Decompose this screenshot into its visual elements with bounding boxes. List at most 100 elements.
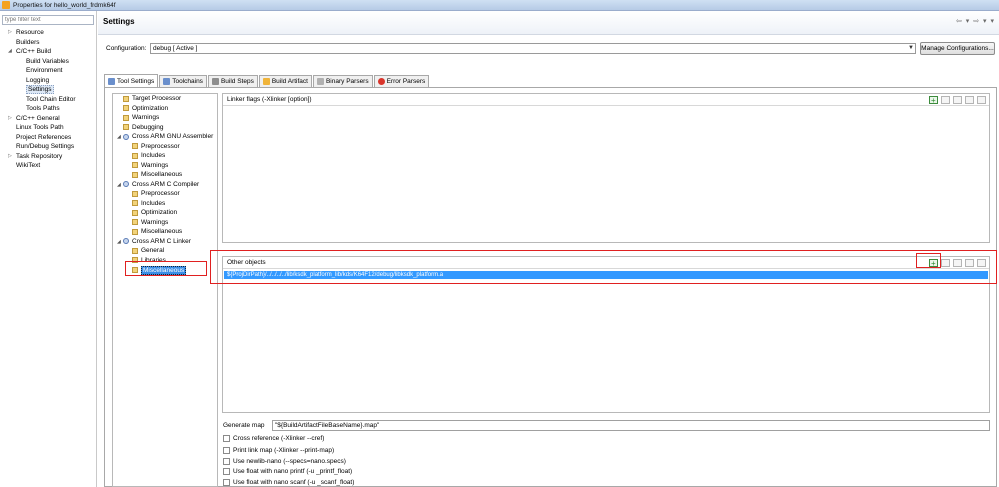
cross-reference-option[interactable]: Cross reference (-Xlinker --cref) [223,433,324,443]
error-parsers-icon [377,78,385,85]
tool-settings-tree: Target Processor Optimization Warnings D… [112,93,218,487]
collapse-arrow-icon[interactable]: ◢ [117,182,121,188]
nav-item-environment[interactable]: Environment [0,66,96,76]
nano-printf-float-option[interactable]: Use float with nano printf (-u _printf_f… [223,466,352,476]
tree-item-includes[interactable]: Includes [132,200,165,207]
collapse-arrow-icon[interactable]: ◢ [8,47,12,57]
annotation-highlight-add-button [916,253,941,268]
tab-build-steps[interactable]: Build Steps [207,75,258,87]
manage-configurations-button[interactable]: Manage Configurations... [920,42,995,55]
checkbox[interactable] [223,478,230,486]
properties-icon [2,1,10,9]
nav-item-task-repository[interactable]: ▷ Task Repository [0,152,96,162]
move-up-icon[interactable] [965,96,974,104]
nav-item-linux-tools-path[interactable]: Linux Tools Path [0,123,96,133]
annotation-highlight-misc [125,261,207,276]
option-icon [123,124,129,130]
linker-flags-toolbar [926,95,986,107]
filter-input[interactable] [2,15,94,25]
tree-item-miscellaneous[interactable]: Miscellaneous [132,171,182,178]
tab-toolchains[interactable]: Toolchains [159,75,207,87]
tree-item-warnings[interactable]: Warnings [123,114,159,121]
tree-item-cross-arm-c-linker[interactable]: Cross ARM C Linker [123,238,191,245]
tool-gear-icon [123,133,129,140]
build-artifact-icon [262,78,270,85]
option-icon [132,152,138,159]
edit-icon[interactable] [953,96,962,104]
tree-item-cross-arm-c-compiler[interactable]: Cross ARM C Compiler [123,181,199,188]
delete-icon[interactable] [941,96,950,104]
tree-item-warnings[interactable]: Warnings [132,219,168,226]
tool-gear-icon [123,181,129,187]
nav-item-project-references[interactable]: Project References [0,133,96,143]
option-icon [123,95,129,102]
nav-item-logging[interactable]: Logging [0,76,96,86]
nav-item-run-debug-settings[interactable]: Run/Debug Settings [0,142,96,152]
print-link-map-option[interactable]: Print link map (-Xlinker --print-map) [223,445,334,455]
nav-item-tools-paths[interactable]: Tools Paths [0,104,96,114]
tree-item-miscellaneous[interactable]: Miscellaneous [132,228,182,235]
tree-item-target-processor[interactable]: Target Processor [123,95,181,102]
option-icon [123,105,129,111]
configuration-row: Configuration: debug [ Active ] ▼ Manage… [98,42,999,56]
tree-item-general[interactable]: General [132,247,164,254]
tree-item-cross-arm-gnu-assembler[interactable]: Cross ARM GNU Assembler [123,133,213,140]
nano-scanf-float-option[interactable]: Use float with nano scanf (-u _scanf_flo… [223,477,354,487]
window-title: Properties for hello_world_frdmk64f [13,1,116,9]
generate-map-field[interactable]: "${BuildArtifactFileBaseName}.map" [272,420,990,431]
nav-item-build-variables[interactable]: Build Variables [0,57,96,67]
checkbox[interactable] [223,457,230,465]
option-icon [132,247,138,254]
dropdown-arrow-icon[interactable]: ▼ [908,44,914,53]
toolchains-icon [163,78,171,85]
option-icon [132,209,138,216]
tree-item-includes[interactable]: Includes [132,152,165,159]
page-title: Settings [103,17,135,26]
nav-item-cc-general[interactable]: ▷ C/C++ General [0,114,96,124]
add-icon[interactable] [929,95,938,107]
generate-map-label: Generate map [223,422,265,429]
checkbox[interactable] [223,446,230,454]
option-icon [132,200,138,206]
nav-item-tool-chain-editor[interactable]: Tool Chain Editor [0,95,96,105]
linker-flags-section: Linker flags (-Xlinker [option]) [222,93,990,243]
linker-flags-header: Linker flags (-Xlinker [option]) [223,94,989,107]
checkbox[interactable] [223,467,230,475]
expand-arrow-icon[interactable]: ▷ [8,114,12,124]
tab-binary-parsers[interactable]: Binary Parsers [312,75,373,87]
tree-item-preprocessor[interactable]: Preprocessor [132,190,180,197]
use-newlib-nano-option[interactable]: Use newlib-nano (--specs=nano.specs) [223,456,346,466]
tree-item-preprocessor[interactable]: Preprocessor [132,143,180,150]
option-icon [132,143,138,149]
tree-item-warnings[interactable]: Warnings [132,162,168,169]
tab-tool-settings[interactable]: Tool Settings [104,74,159,87]
page-header: Settings ⇦ ▾ ⇨ ▾ ▾ [98,11,999,35]
window-titlebar: Properties for hello_world_frdmk64f [0,0,999,11]
collapse-arrow-icon[interactable]: ◢ [117,239,121,245]
properties-tree: ▷ Resource Builders ◢ C/C++ Build Build Va… [0,28,96,171]
tab-error-parsers[interactable]: Error Parsers [373,75,430,87]
properties-nav-pane: ▷Resource Builders ◢C/C++ Build Build Va… [0,11,97,487]
option-icon [132,171,138,178]
collapse-arrow-icon[interactable]: ◢ [117,134,121,140]
build-steps-icon [211,78,219,85]
tab-build-artifact[interactable]: Build Artifact [258,75,312,87]
nav-item-cc-build[interactable]: ◢ C/C++ Build [0,47,96,57]
move-down-icon[interactable] [977,96,986,104]
checkbox[interactable] [223,434,230,442]
tree-item-optimization[interactable]: Optimization [132,209,177,216]
nav-item-settings[interactable]: Settings [0,85,96,95]
expand-arrow-icon[interactable]: ▷ [8,28,12,38]
nav-item-wikitext[interactable]: WikiText [0,161,96,171]
option-icon [132,162,138,168]
expand-arrow-icon[interactable]: ▷ [8,152,12,162]
nav-item-builders[interactable]: Builders [0,38,96,48]
history-nav-buttons[interactable]: ⇦ ▾ ⇨ ▾ ▾ [956,17,995,25]
configuration-select[interactable]: debug [ Active ] ▼ [150,43,916,54]
nav-item-resource[interactable]: ▷ Resource [0,28,96,38]
annotation-highlight-other-objects [210,250,997,284]
tree-item-optimization[interactable]: Optimization [123,105,168,112]
option-icon [132,190,138,197]
tree-item-debugging[interactable]: Debugging [123,124,163,131]
tool-gear-icon [123,238,129,244]
